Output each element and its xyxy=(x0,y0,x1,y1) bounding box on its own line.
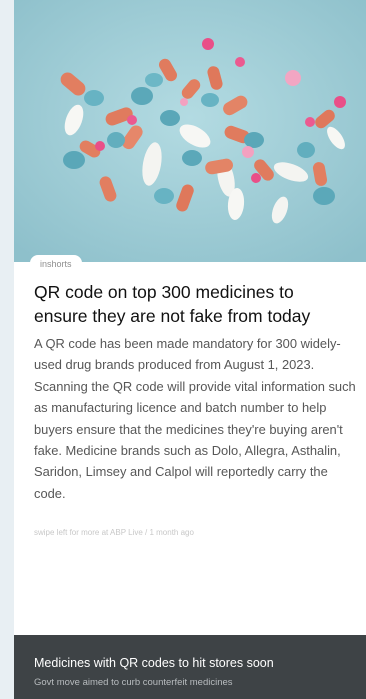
article-image xyxy=(14,0,366,262)
news-card[interactable]: inshorts QR code on top 300 medicines to… xyxy=(14,0,366,699)
article-headline: QR code on top 300 medicines to ensure t… xyxy=(34,282,311,326)
related-story-bar[interactable]: Medicines with QR codes to hit stores so… xyxy=(14,635,366,699)
source-tag: inshorts xyxy=(30,255,82,271)
source-footnote[interactable]: swipe left for more at ABP Live / 1 mont… xyxy=(34,528,194,537)
pills-illustration xyxy=(14,0,366,262)
article-summary: A QR code has been made mandatory for 30… xyxy=(34,336,356,501)
related-story-title: Medicines with QR codes to hit stores so… xyxy=(34,656,274,670)
related-story-subtitle: Govt move aimed to curb counterfeit medi… xyxy=(34,677,233,688)
